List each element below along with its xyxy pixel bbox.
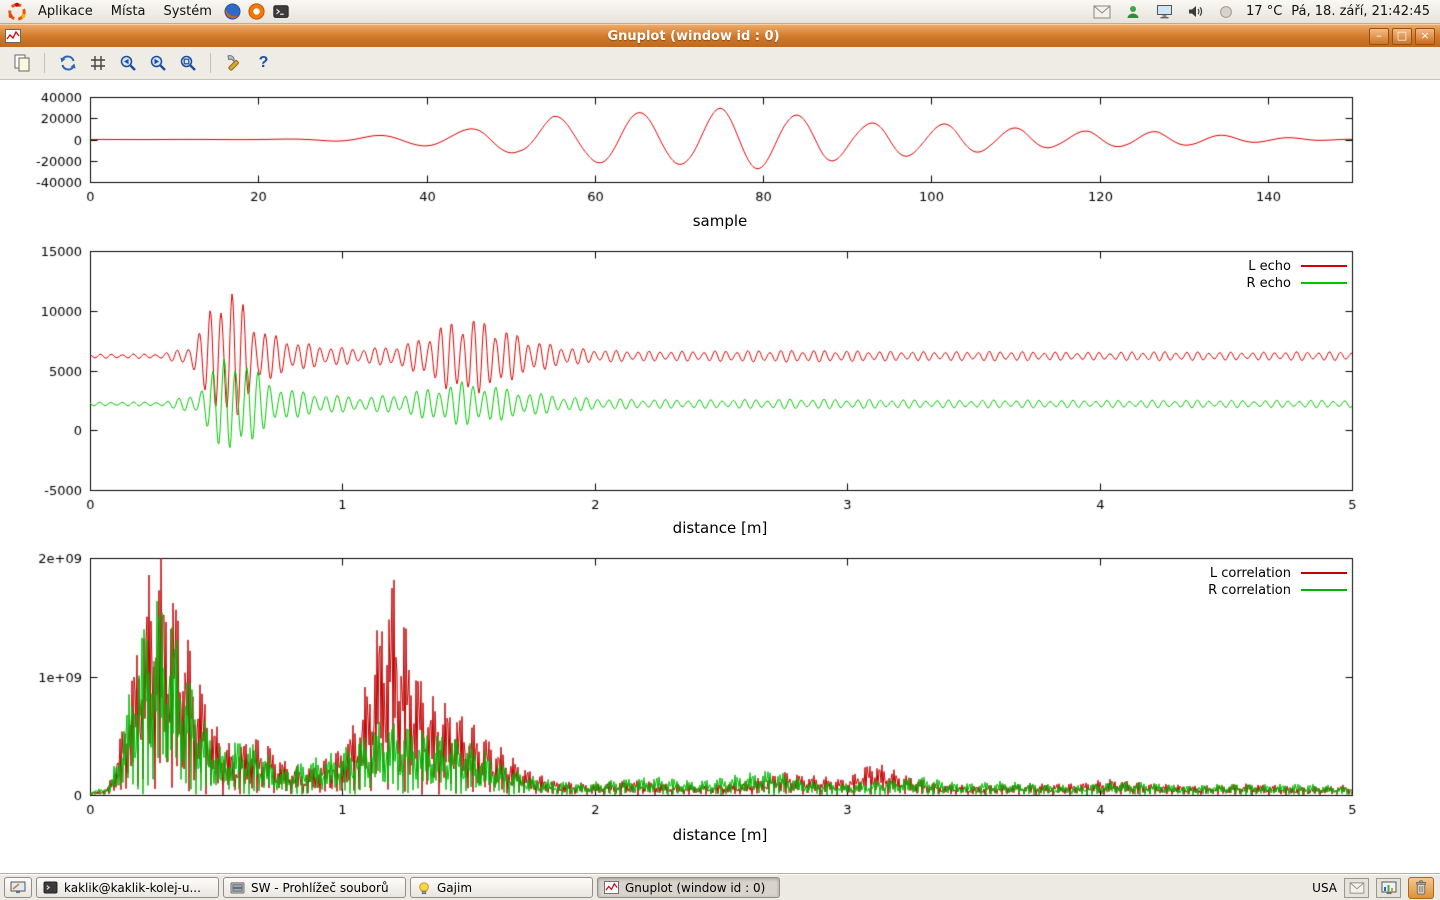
window-title: Gnuplot (window id : 0) bbox=[21, 29, 1366, 44]
legend-label: R correlation bbox=[1208, 583, 1291, 598]
legend-entry-l-echo: L echo bbox=[1246, 259, 1347, 273]
legend-line-sample bbox=[1301, 589, 1347, 591]
task-button-gajim[interactable]: Gajim bbox=[410, 877, 593, 898]
bottom-taskbar: kaklik@kaklik-kolej-u... SW - Prohlížeč … bbox=[0, 874, 1440, 900]
file-manager-task-icon bbox=[230, 881, 245, 894]
legend-label: L correlation bbox=[1210, 566, 1291, 581]
task-label: Gajim bbox=[437, 881, 472, 895]
temperature-label[interactable]: 17 °C bbox=[1246, 4, 1282, 19]
gnuplot-canvas[interactable] bbox=[0, 80, 1440, 874]
clock-label[interactable]: Pá, 18. září, 21:42:45 bbox=[1291, 4, 1430, 19]
legend-label: L echo bbox=[1248, 259, 1291, 274]
task-label: kaklik@kaklik-kolej-u... bbox=[64, 881, 201, 895]
top-panel: Aplikace Místa Systém bbox=[0, 0, 1440, 24]
replot-button[interactable] bbox=[54, 50, 81, 77]
weather-icon[interactable] bbox=[1215, 1, 1237, 23]
gnuplot-toolbar: ? bbox=[0, 47, 1440, 80]
legend-entry-l-correlation: L correlation bbox=[1208, 566, 1347, 580]
taskbar-tray: USA bbox=[1312, 877, 1436, 899]
help-button[interactable]: ? bbox=[250, 50, 277, 77]
presence-icon[interactable] bbox=[1122, 1, 1144, 23]
help-icon[interactable] bbox=[246, 1, 268, 23]
terminal-task-icon bbox=[43, 881, 58, 894]
terminal-icon[interactable] bbox=[270, 1, 292, 23]
autoscale-button[interactable] bbox=[174, 50, 201, 77]
menu-system[interactable]: Systém bbox=[155, 2, 219, 21]
toolbar-separator bbox=[44, 53, 45, 73]
configure-button[interactable] bbox=[220, 50, 247, 77]
task-button-file-manager[interactable]: SW - Prohlížeč souborů bbox=[223, 877, 406, 898]
close-button[interactable]: × bbox=[1415, 28, 1435, 45]
panel-status-area: 17 °C Pá, 18. září, 21:42:45 bbox=[1091, 1, 1434, 23]
legend-label: R echo bbox=[1246, 276, 1291, 291]
task-button-gnuplot[interactable]: Gnuplot (window id : 0) bbox=[597, 877, 780, 898]
xlabel-distance-correlation: distance [m] bbox=[0, 826, 1440, 844]
grid-toggle-button[interactable] bbox=[84, 50, 111, 77]
gajim-task-icon bbox=[417, 881, 431, 895]
desktop: Aplikace Místa Systém bbox=[0, 0, 1440, 900]
window-titlebar[interactable]: Gnuplot (window id : 0) – □ × bbox=[0, 24, 1440, 47]
window-icon bbox=[5, 29, 21, 43]
copy-button[interactable] bbox=[8, 50, 35, 77]
toolbar-separator bbox=[210, 53, 211, 73]
gnuplot-task-icon bbox=[604, 881, 619, 894]
legend-line-sample bbox=[1301, 572, 1347, 574]
task-label: SW - Prohlížeč souborů bbox=[251, 881, 389, 895]
task-label: Gnuplot (window id : 0) bbox=[625, 881, 765, 895]
legend-entry-r-echo: R echo bbox=[1246, 276, 1347, 290]
show-desktop-button[interactable] bbox=[4, 877, 32, 898]
plot-area: sample distance [m] distance [m] L echo … bbox=[0, 80, 1440, 874]
trash-applet-icon[interactable] bbox=[1408, 877, 1434, 899]
menu-applications[interactable]: Aplikace bbox=[30, 2, 101, 21]
minimize-button[interactable]: – bbox=[1369, 28, 1389, 45]
ubuntu-logo-icon[interactable] bbox=[6, 1, 28, 23]
task-button-terminal[interactable]: kaklik@kaklik-kolej-u... bbox=[36, 877, 219, 898]
xlabel-sample: sample bbox=[0, 212, 1440, 230]
legend-line-sample bbox=[1301, 265, 1347, 267]
keyboard-layout-indicator[interactable]: USA bbox=[1312, 881, 1337, 895]
xlabel-distance-echo: distance [m] bbox=[0, 519, 1440, 537]
volume-icon[interactable] bbox=[1184, 1, 1206, 23]
legend-correlation: L correlation R correlation bbox=[1208, 566, 1347, 597]
legend-echo: L echo R echo bbox=[1246, 259, 1347, 290]
zoom-previous-button[interactable] bbox=[114, 50, 141, 77]
legend-line-sample bbox=[1301, 282, 1347, 284]
display-icon[interactable] bbox=[1153, 1, 1175, 23]
firefox-icon[interactable] bbox=[222, 1, 244, 23]
maximize-button[interactable]: □ bbox=[1392, 28, 1412, 45]
zoom-next-button[interactable] bbox=[144, 50, 171, 77]
tray-monitor-icon[interactable] bbox=[1376, 878, 1401, 898]
question-mark-icon: ? bbox=[259, 54, 269, 72]
tray-mail-icon[interactable] bbox=[1344, 878, 1369, 898]
legend-entry-r-correlation: R correlation bbox=[1208, 583, 1347, 597]
mail-notification-icon[interactable] bbox=[1091, 1, 1113, 23]
menu-places[interactable]: Místa bbox=[103, 2, 154, 21]
